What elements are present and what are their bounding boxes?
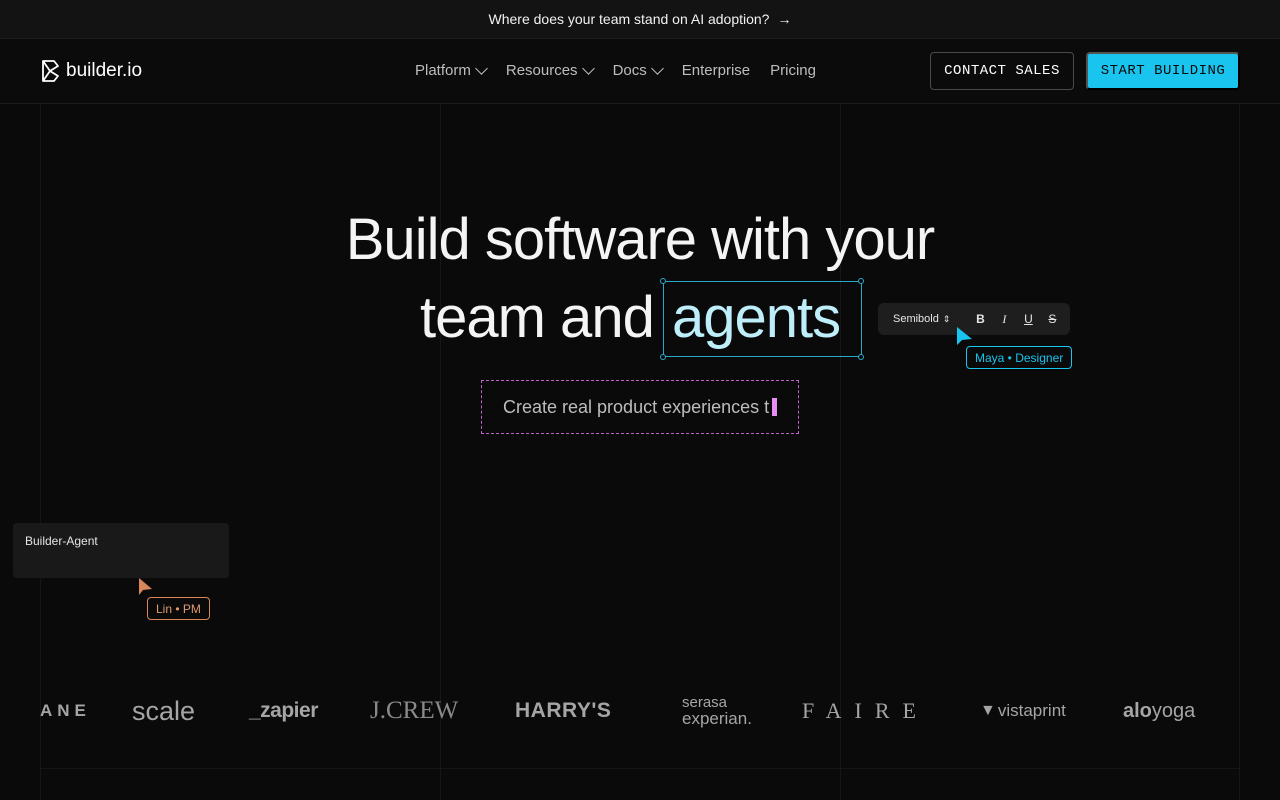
- typing-subtitle-text: Create real product experiences t: [503, 396, 770, 417]
- hero-headline-line2: team and: [420, 285, 655, 350]
- strikethrough-icon[interactable]: S: [1046, 312, 1058, 327]
- nav-item-resources[interactable]: Resources: [505, 62, 595, 79]
- customer-logo-harrys: HARRY'S: [515, 699, 612, 722]
- text-caret: [772, 398, 778, 416]
- chevron-down-icon: [650, 62, 664, 75]
- chevron-down-icon: [581, 62, 595, 75]
- nav-item-label: Docs: [612, 62, 647, 79]
- underline-icon[interactable]: U: [1022, 312, 1034, 327]
- builder-agent-card[interactable]: Builder-Agent: [13, 523, 229, 578]
- grid-line: [40, 768, 1240, 769]
- customer-logo-serasa-experian: serasa experian.: [666, 686, 752, 736]
- announcement-banner[interactable]: Where does your team stand on AI adoptio…: [0, 0, 1280, 39]
- customer-logo-ane: ANE: [40, 701, 91, 720]
- nav-item-label: Resources: [505, 62, 578, 79]
- yoga-text: yoga: [1151, 699, 1196, 722]
- designer-cursor-icon: [957, 327, 972, 345]
- customer-logo-aloyoga: alo yoga: [1123, 686, 1195, 736]
- resize-handle[interactable]: [858, 278, 864, 284]
- pm-cursor-icon: [139, 578, 152, 595]
- nav-item-pricing[interactable]: Pricing: [770, 62, 816, 79]
- typing-subtitle-box[interactable]: Create real product experiences t: [481, 380, 799, 434]
- nav-item-platform[interactable]: Platform: [415, 62, 488, 79]
- italic-icon[interactable]: I: [998, 312, 1010, 327]
- start-building-button[interactable]: START BUILDING: [1086, 52, 1240, 90]
- nav-item-enterprise[interactable]: Enterprise: [682, 62, 750, 79]
- nav-item-label: Pricing: [770, 62, 816, 79]
- contact-sales-button[interactable]: CONTACT SALES: [930, 52, 1074, 90]
- alo-text: alo: [1123, 699, 1152, 722]
- chevron-down-icon: [474, 62, 488, 75]
- stepper-icon: ⇕: [942, 313, 951, 324]
- customer-logos-strip: ANE scale _zapier J.CREW HARRY'S serasa …: [0, 686, 1280, 736]
- main-navigation: builder.io Platform Resources Docs Enter…: [0, 39, 1280, 104]
- hero-headline-line1: Build software with your: [345, 207, 935, 272]
- customer-logo-scale: scale: [132, 695, 196, 726]
- nav-item-label: Enterprise: [681, 62, 751, 79]
- vistaprint-mark-icon: ▼: [980, 702, 996, 719]
- designer-cursor-tag: Maya • Designer: [966, 346, 1073, 369]
- brand-name: builder.io: [66, 60, 143, 81]
- nav-menu: Platform Resources Docs Enterprise Prici…: [415, 62, 816, 79]
- resize-handle[interactable]: [858, 354, 864, 360]
- experian-text: experian.: [682, 709, 752, 728]
- vistaprint-text: vistaprint: [997, 701, 1066, 720]
- customer-logo-jcrew: J.CREW: [370, 697, 459, 724]
- resize-handle[interactable]: [660, 278, 666, 284]
- resize-handle[interactable]: [660, 354, 666, 360]
- customer-logo-faire: FAIRE: [802, 698, 929, 723]
- font-weight-select[interactable]: Semibold ⇕: [893, 313, 950, 325]
- agent-card-title: Builder-Agent: [25, 534, 98, 548]
- font-weight-value: Semibold: [893, 313, 939, 325]
- pm-cursor-tag: Lin • PM: [147, 597, 210, 620]
- nav-item-label: Platform: [415, 62, 471, 79]
- nav-item-docs[interactable]: Docs: [612, 62, 664, 79]
- brand-logo[interactable]: builder.io: [40, 59, 142, 83]
- bold-icon[interactable]: B: [974, 312, 986, 327]
- customer-logo-zapier: _zapier: [249, 699, 318, 722]
- text-format-toolbar: Semibold ⇕ B I U S: [878, 303, 1070, 335]
- builder-logo-icon: [42, 60, 59, 82]
- highlighted-word[interactable]: agents: [672, 284, 841, 351]
- customer-logo-vistaprint: ▼ vistaprint: [980, 686, 1066, 736]
- arrow-right-icon: →: [777, 11, 792, 27]
- banner-text[interactable]: Where does your team stand on AI adoptio…: [489, 11, 770, 27]
